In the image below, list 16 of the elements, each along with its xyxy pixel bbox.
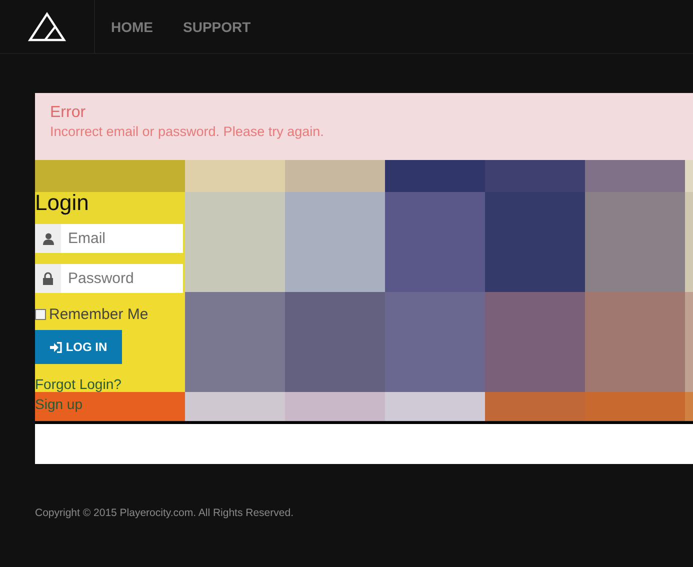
copyright-text: Copyright © 2015 Playerocity.com. All Rights Reserved. (35, 507, 294, 519)
email-field[interactable]: Email (61, 224, 183, 253)
text-link[interactable]: Forgot Login? (35, 374, 185, 394)
remember-checkbox[interactable] (35, 308, 46, 320)
nav-link[interactable]: HOME (111, 18, 153, 34)
triangle-logo-icon[interactable] (28, 12, 66, 42)
user-icon (42, 232, 54, 244)
password-field[interactable]: Password (61, 264, 183, 293)
alert-title: Error (50, 104, 87, 122)
remember-label: Remember Me (49, 306, 148, 322)
lock-icon (43, 272, 53, 285)
login-title: Login (35, 190, 90, 217)
sign-in-icon (50, 342, 62, 352)
login-button[interactable]: LOG IN (35, 330, 122, 364)
alert-message: Incorrect email or password. Please try again. (50, 124, 325, 139)
nav-link[interactable]: SUPPORT (183, 18, 251, 34)
